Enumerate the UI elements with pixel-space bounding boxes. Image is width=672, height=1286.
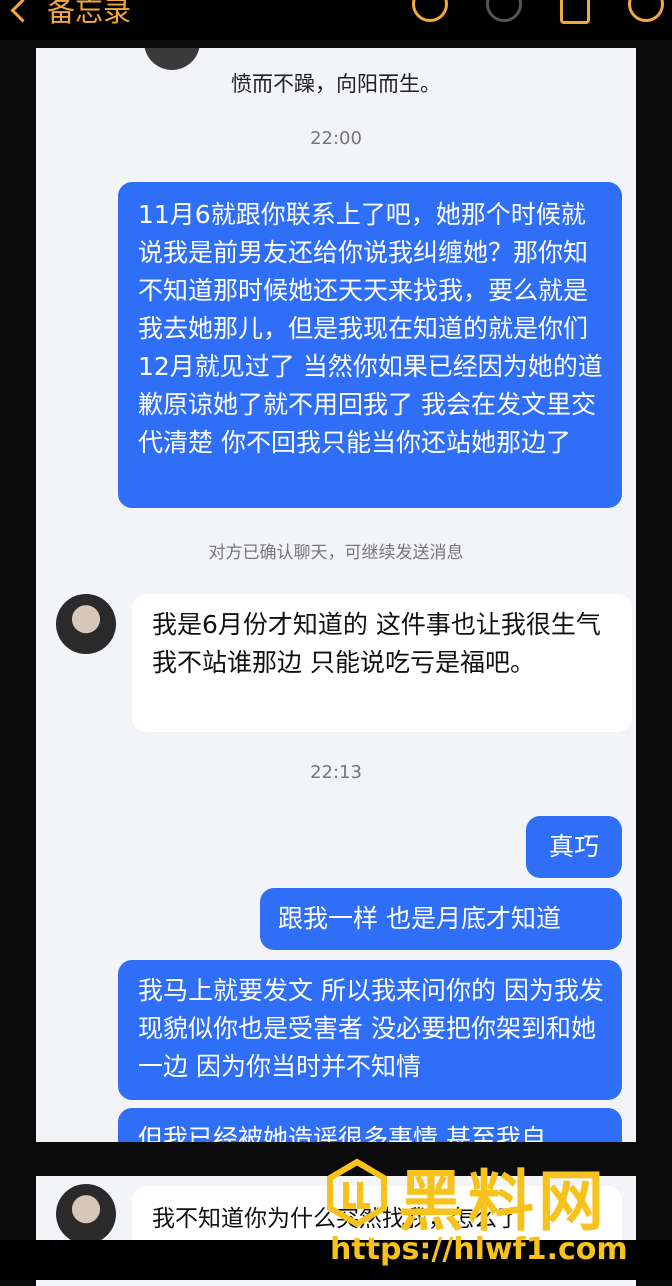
redo-icon[interactable] (486, 0, 522, 22)
contact-avatar (56, 1184, 116, 1244)
back-label: 备忘录 (47, 0, 132, 28)
contact-signature: 愤而不躁，向阳而生。 (231, 72, 441, 96)
notes-top-bar: 备忘录 (0, 0, 672, 40)
avatar (144, 48, 200, 70)
chevron-left-icon (10, 0, 35, 23)
timestamp: 22:13 (310, 762, 362, 783)
timestamp: 22:00 (310, 128, 362, 149)
back-button[interactable]: 备忘录 (6, 0, 131, 30)
message-outgoing: 真巧 (526, 816, 622, 878)
message-outgoing: 跟我一样 也是月底才知道 (260, 888, 622, 950)
contact-avatar (56, 594, 116, 654)
watermark-logo-icon (327, 1158, 387, 1228)
system-notice: 对方已确认聊天，可继续发送消息 (208, 543, 464, 563)
message-incoming: 我是6月份才知道的 这件事也让我很生气 我不站谁那边 只能说吃亏是福吧。 (132, 594, 632, 732)
message-outgoing: 11月6就跟你联系上了吧，她那个时候就说我是前男友还给你说我纠缠她？那你知不知道… (118, 182, 622, 508)
undo-icon[interactable] (412, 0, 448, 22)
share-icon[interactable] (560, 0, 590, 24)
message-outgoing: 但我已经被她造谣很多事情 甚至我自 (118, 1108, 622, 1142)
more-icon[interactable] (628, 0, 664, 22)
chat-screenshot: 愤而不躁，向阳而生。 22:00 11月6就跟你联系上了吧，她那个时候就说我是前… (36, 48, 636, 1142)
message-outgoing: 我马上就要发文 所以我来问你的 因为我发现貌似你也是受害者 没必要把你架到和她一… (118, 960, 622, 1100)
watermark-url: https://hlwf1.com (330, 1232, 628, 1267)
watermark-title: 黑料网 (398, 1163, 608, 1240)
